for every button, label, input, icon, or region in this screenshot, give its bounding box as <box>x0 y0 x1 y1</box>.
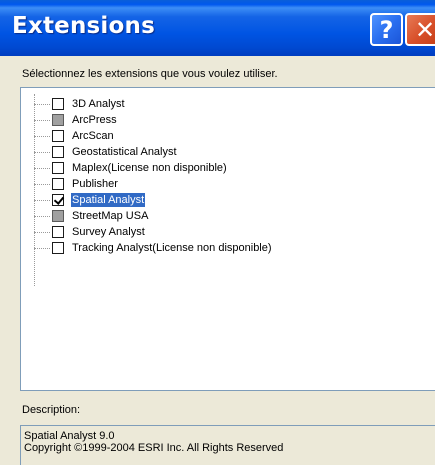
list-item-label: StreetMap USA <box>72 210 149 222</box>
description-line: Copyright ©1999-2004 ESRI Inc. All Right… <box>24 442 284 454</box>
help-button[interactable]: ? <box>370 13 403 46</box>
description-label: Description: <box>22 404 81 416</box>
description-line: Spatial Analyst 9.0 <box>24 430 115 442</box>
tree-connector <box>34 216 50 217</box>
checkbox-maplex[interactable] <box>52 162 64 174</box>
tree-connector <box>34 104 50 105</box>
list-item-survey-analyst[interactable]: Survey Analyst <box>21 224 321 240</box>
list-item-spatial-analyst[interactable]: Spatial Analyst <box>21 192 321 208</box>
list-item-arcscan[interactable]: ArcScan <box>21 128 321 144</box>
checkbox-arcpress[interactable] <box>52 114 64 126</box>
list-item-3d-analyst[interactable]: 3D Analyst <box>21 96 321 112</box>
tree-connector <box>34 152 50 153</box>
help-icon: ? <box>379 15 394 44</box>
list-item-label: Publisher <box>72 178 118 190</box>
tree-connector <box>34 232 50 233</box>
window-title: Extensions <box>12 13 155 39</box>
list-item-label: Tracking Analyst(License non disponible) <box>72 242 272 254</box>
list-item-streetmap-usa[interactable]: StreetMap USA <box>21 208 321 224</box>
list-item-label: ArcScan <box>72 130 114 142</box>
checkbox-survey-analyst[interactable] <box>52 226 64 238</box>
list-item-label: Spatial Analyst <box>71 193 146 207</box>
tree-connector <box>34 200 50 201</box>
checkbox-publisher[interactable] <box>52 178 64 190</box>
tree-connector <box>34 120 50 121</box>
tree-connector <box>34 248 50 249</box>
instruction-text: Sélectionnez les extensions que vous vou… <box>22 68 278 80</box>
checkbox-streetmap-usa[interactable] <box>52 210 64 222</box>
list-item-tracking-analyst[interactable]: Tracking Analyst(License non disponible) <box>21 240 321 256</box>
close-icon: ✕ <box>414 15 435 44</box>
checkbox-arcscan[interactable] <box>52 130 64 142</box>
title-bar[interactable]: Extensions ? ✕ <box>0 0 435 56</box>
description-box: Spatial Analyst 9.0 Copyright ©1999-2004… <box>20 425 435 465</box>
list-item-label: Survey Analyst <box>72 226 145 238</box>
close-button[interactable]: ✕ <box>405 13 435 46</box>
list-item-arcpress[interactable]: ArcPress <box>21 112 321 128</box>
tree-connector <box>34 168 50 169</box>
tree-connector <box>34 136 50 137</box>
checkbox-spatial-analyst[interactable] <box>52 194 64 206</box>
extensions-list[interactable]: 3D Analyst ArcPress ArcScan Geostatistic… <box>20 87 435 391</box>
list-item-label: Maplex(License non disponible) <box>72 162 227 174</box>
checkbox-geostatistical-analyst[interactable] <box>52 146 64 158</box>
list-item-publisher[interactable]: Publisher <box>21 176 321 192</box>
list-item-label: 3D Analyst <box>72 98 125 110</box>
checkbox-tracking-analyst[interactable] <box>52 242 64 254</box>
list-item-geostatistical-analyst[interactable]: Geostatistical Analyst <box>21 144 321 160</box>
list-item-label: ArcPress <box>72 114 117 126</box>
list-item-maplex[interactable]: Maplex(License non disponible) <box>21 160 321 176</box>
checkbox-3d-analyst[interactable] <box>52 98 64 110</box>
list-item-label: Geostatistical Analyst <box>72 146 177 158</box>
tree-connector <box>34 184 50 185</box>
